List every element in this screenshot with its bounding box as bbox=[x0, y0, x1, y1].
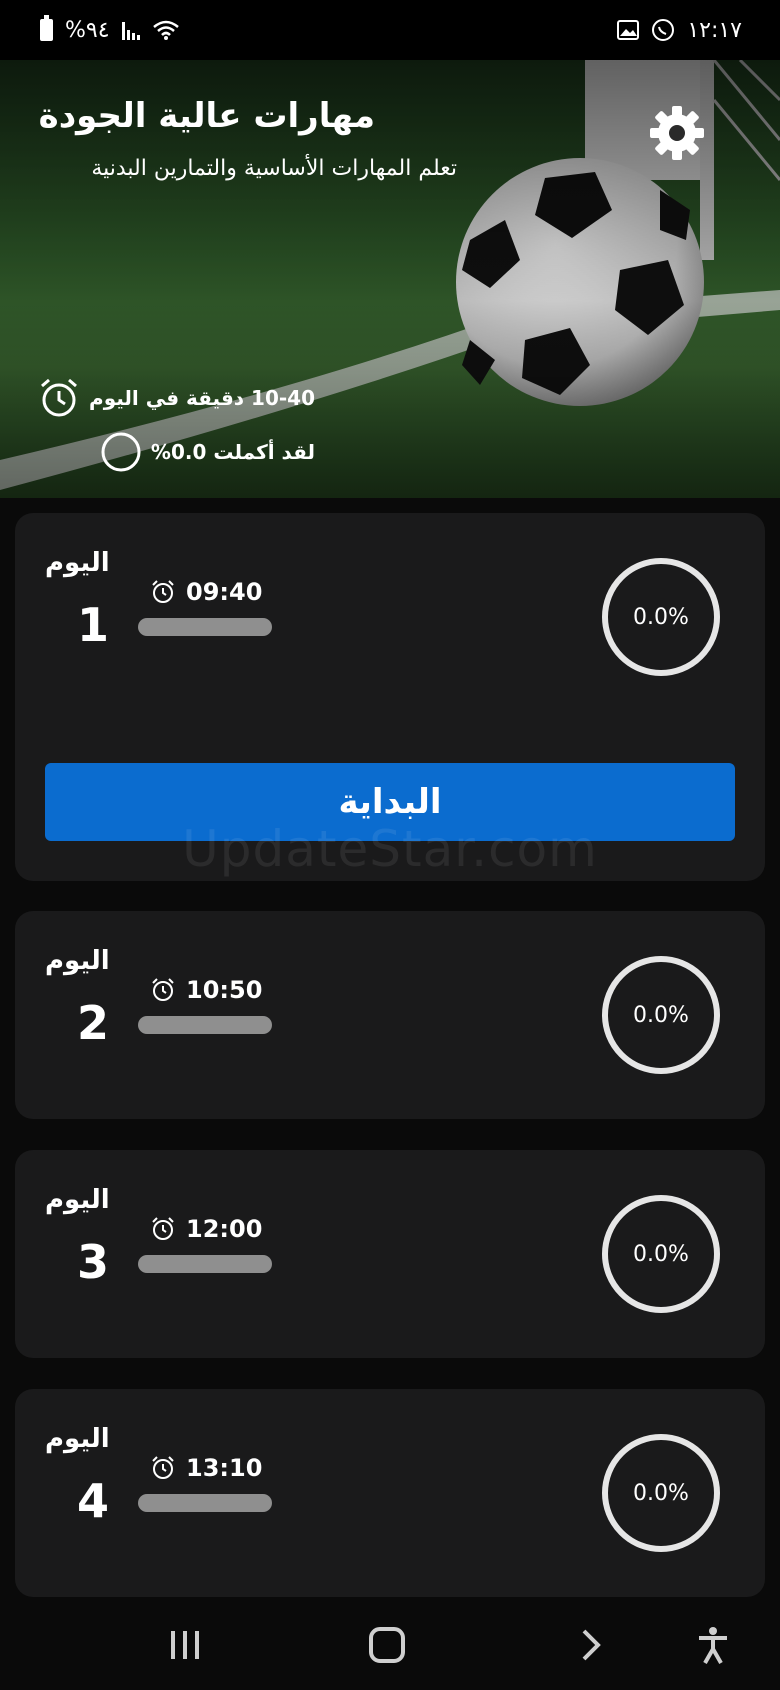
settings-gear-icon[interactable] bbox=[648, 104, 706, 162]
progress-ring: 0.0% bbox=[602, 1195, 720, 1313]
day-card-3[interactable]: اليوم 3 12:00 0.0% bbox=[15, 1150, 765, 1358]
progress-bar bbox=[138, 1255, 272, 1273]
page-title: مهارات عالية الجودة bbox=[38, 96, 375, 136]
gallery-icon bbox=[617, 20, 640, 40]
signal-icon bbox=[121, 20, 140, 40]
progress-bar bbox=[138, 1494, 272, 1512]
alarm-clock-icon bbox=[152, 978, 174, 1001]
progress-percent: 0.0% bbox=[633, 1480, 689, 1506]
duration-text: 10-40 دقيقة في اليوم bbox=[89, 386, 315, 410]
day-card-2[interactable]: اليوم 2 10:50 0.0% bbox=[15, 911, 765, 1119]
battery-percent: %٩٤ bbox=[65, 17, 110, 43]
system-nav-bar bbox=[0, 1600, 780, 1690]
alarm-clock-icon bbox=[41, 378, 78, 417]
time-text: 12:00 bbox=[186, 1215, 263, 1243]
reminder-time: 12:00 bbox=[150, 1215, 262, 1243]
progress-percent: 0.0% bbox=[633, 1241, 689, 1267]
progress-bar bbox=[138, 618, 272, 636]
duration-row: 10-40 دقيقة في اليوم bbox=[37, 376, 315, 420]
day-label: اليوم bbox=[45, 1185, 110, 1215]
circle-icon bbox=[101, 432, 141, 472]
time-text: 10:50 bbox=[186, 976, 263, 1004]
reminder-time: 09:40 bbox=[150, 578, 262, 606]
progress-ring: 0.0% bbox=[602, 558, 720, 676]
clock-time: ١٢:١٧ bbox=[687, 17, 742, 43]
alarm-clock-icon bbox=[152, 1217, 174, 1240]
day-label: اليوم bbox=[45, 548, 110, 578]
status-left: %٩٤ bbox=[40, 15, 180, 43]
wifi-icon bbox=[152, 20, 179, 40]
progress-ring: 0.0% bbox=[602, 1434, 720, 1552]
day-number: 2 bbox=[76, 996, 109, 1050]
alarm-clock-icon bbox=[152, 1456, 174, 1479]
completion-text: لقد أكملت 0.0% bbox=[150, 440, 315, 464]
alarm-clock-icon bbox=[152, 580, 174, 603]
battery-icon bbox=[40, 15, 53, 41]
time-text: 09:40 bbox=[186, 578, 263, 606]
day-label: اليوم bbox=[45, 1424, 110, 1454]
accessibility-icon[interactable] bbox=[688, 1620, 738, 1670]
recents-icon[interactable] bbox=[160, 1620, 210, 1670]
status-right: ١٢:١٧ bbox=[617, 18, 742, 43]
day-card-1[interactable]: اليوم 1 09:40 0.0% البداية bbox=[15, 513, 765, 881]
progress-percent: 0.0% bbox=[633, 604, 689, 630]
progress-ring: 0.0% bbox=[602, 956, 720, 1074]
home-icon[interactable] bbox=[362, 1620, 412, 1670]
day-label: اليوم bbox=[45, 946, 110, 976]
time-text: 13:10 bbox=[186, 1454, 263, 1482]
reminder-time: 13:10 bbox=[150, 1454, 262, 1482]
hero-banner: مهارات عالية الجودة تعلم المهارات الأساس… bbox=[0, 60, 780, 498]
day-number: 3 bbox=[76, 1235, 109, 1289]
day-number: 1 bbox=[76, 598, 109, 652]
back-icon[interactable] bbox=[565, 1620, 615, 1670]
day-card-4[interactable]: اليوم 4 13:10 0.0% bbox=[15, 1389, 765, 1597]
whatsapp-icon bbox=[652, 19, 675, 41]
day-number: 4 bbox=[76, 1474, 109, 1528]
reminder-time: 10:50 bbox=[150, 976, 262, 1004]
progress-percent: 0.0% bbox=[633, 1002, 689, 1028]
start-button[interactable]: البداية bbox=[45, 763, 735, 841]
page-subtitle: تعلم المهارات الأساسية والتمارين البدنية bbox=[91, 156, 457, 181]
progress-bar bbox=[138, 1016, 272, 1034]
completion-row: لقد أكملت 0.0% bbox=[99, 430, 315, 474]
status-bar: %٩٤ ١٢:١٧ bbox=[0, 0, 780, 60]
